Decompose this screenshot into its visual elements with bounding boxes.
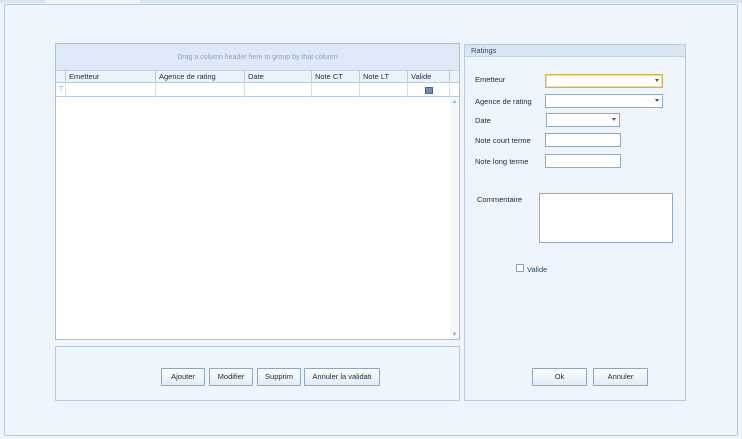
agence-label: Agence de rating bbox=[475, 97, 532, 106]
grid-filter-row: ⊤ bbox=[56, 84, 459, 97]
filter-valide-checkbox[interactable] bbox=[425, 87, 433, 94]
filter-cell-date[interactable] bbox=[245, 84, 312, 97]
note-ct-input[interactable] bbox=[545, 133, 621, 147]
chevron-down-icon[interactable] bbox=[655, 79, 659, 82]
ratings-title: Ratings bbox=[465, 45, 685, 57]
chevron-down-icon[interactable] bbox=[612, 118, 616, 121]
chevron-down-icon[interactable] bbox=[655, 99, 659, 102]
supprimer-button[interactable]: Supprim bbox=[257, 368, 301, 386]
grid-header-row: Emetteur Agence de rating Date Note CT N… bbox=[56, 71, 459, 83]
annuler-button[interactable]: Annuler bbox=[593, 368, 648, 386]
column-header-date[interactable]: Date bbox=[245, 71, 312, 83]
note-ct-label: Note court terme bbox=[475, 136, 531, 145]
row-indicator-header bbox=[56, 71, 66, 83]
ratings-panel: Ratings Emetteur Agence de rating Date N… bbox=[464, 44, 686, 401]
tab-strip bbox=[0, 0, 742, 3]
commentaire-label: Commentaire bbox=[477, 195, 523, 204]
column-header-note-lt[interactable]: Note LT bbox=[360, 71, 408, 83]
date-label: Date bbox=[475, 116, 491, 125]
filter-cell-note-ct[interactable] bbox=[312, 84, 360, 97]
group-by-panel[interactable]: Drag a column header here to group by th… bbox=[56, 44, 459, 71]
grid-vertical-scrollbar[interactable]: ▲ ▼ bbox=[450, 98, 459, 339]
date-picker[interactable] bbox=[546, 113, 620, 127]
filter-cell-note-lt[interactable] bbox=[360, 84, 408, 97]
scroll-up-icon[interactable]: ▲ bbox=[450, 99, 459, 105]
annuler-validation-button[interactable]: Annuler la validati bbox=[304, 368, 380, 386]
filter-icon: ⊤ bbox=[58, 86, 65, 93]
ajouter-button[interactable]: Ajouter bbox=[161, 368, 205, 386]
emetteur-combobox[interactable] bbox=[545, 74, 663, 88]
column-header-valide[interactable]: Valide bbox=[408, 71, 450, 83]
emetteur-label: Emetteur bbox=[475, 75, 506, 84]
commentaire-textarea[interactable] bbox=[539, 193, 673, 243]
agence-combobox[interactable] bbox=[545, 94, 663, 108]
modifier-button[interactable]: Modifier bbox=[209, 368, 253, 386]
column-header-emetteur[interactable]: Emetteur bbox=[66, 71, 156, 83]
note-lt-input[interactable] bbox=[545, 154, 621, 168]
filter-row-indicator: ⊤ bbox=[56, 84, 66, 97]
column-header-agence[interactable]: Agence de rating bbox=[156, 71, 245, 83]
scroll-down-icon[interactable]: ▼ bbox=[450, 332, 459, 338]
valide-checkbox[interactable] bbox=[516, 264, 524, 272]
ratings-grid: Drag a column header here to group by th… bbox=[55, 43, 460, 340]
filter-cell-emetteur[interactable] bbox=[66, 84, 156, 97]
tab-2[interactable] bbox=[140, 0, 742, 3]
column-header-note-ct[interactable]: Note CT bbox=[312, 71, 360, 83]
tab-1[interactable] bbox=[0, 0, 46, 3]
ok-button[interactable]: Ok bbox=[532, 368, 587, 386]
filter-cell-agence[interactable] bbox=[156, 84, 245, 97]
grid-action-panel: Ajouter Modifier Supprim Annuler la vali… bbox=[55, 346, 460, 401]
valide-label: Valide bbox=[527, 265, 548, 274]
note-lt-label: Note long terme bbox=[475, 157, 529, 166]
